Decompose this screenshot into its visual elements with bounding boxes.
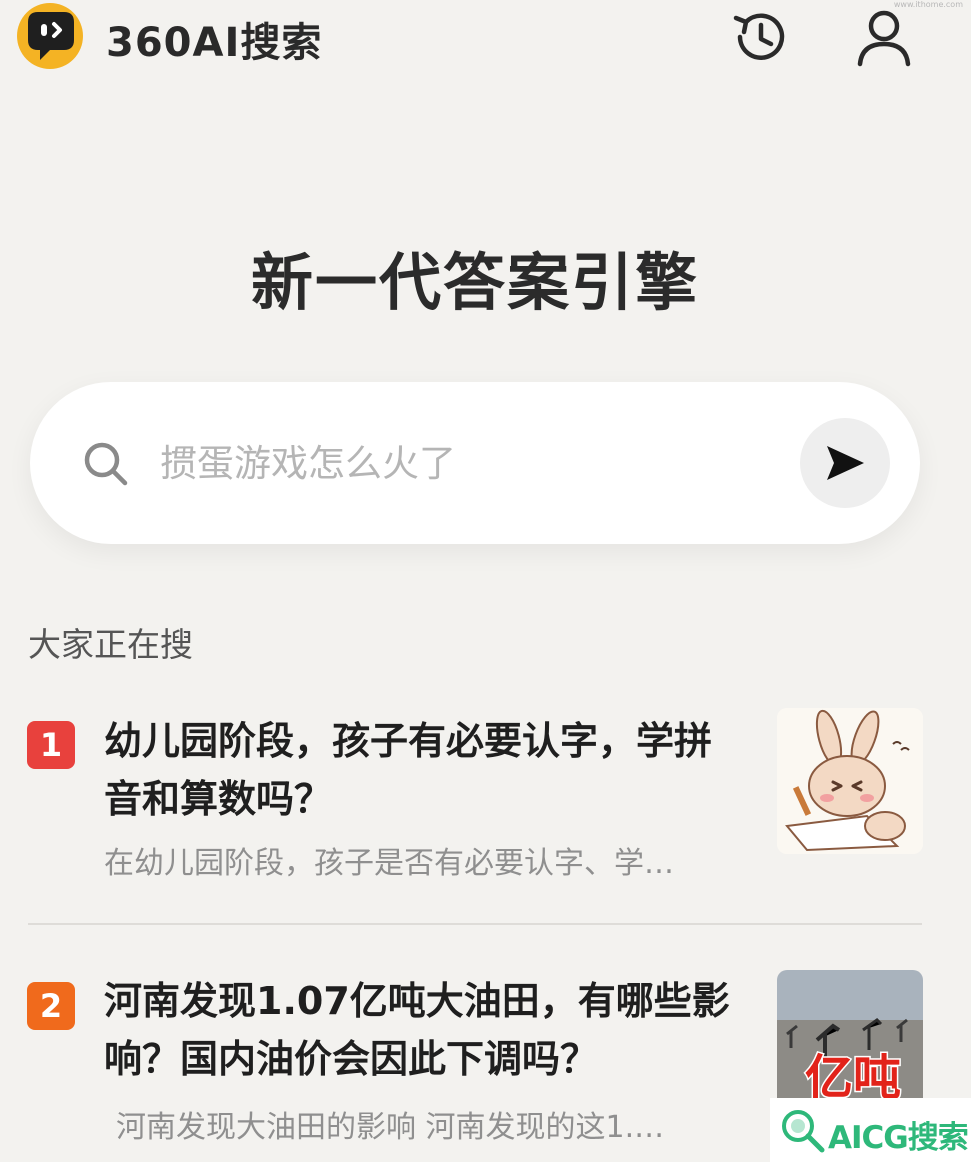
section-title: 大家正在搜 xyxy=(28,625,193,664)
app-logo-icon xyxy=(14,2,86,70)
magnifier-logo-icon xyxy=(778,1106,828,1156)
search-bar[interactable] xyxy=(30,382,920,544)
thumb-caption: 亿吨 xyxy=(805,1050,901,1100)
list-item-snippet: 河南发现大油田的影响 河南发现的这1.… xyxy=(116,1110,665,1145)
rank-badge: 1 xyxy=(27,721,75,769)
header: 360AI搜索 www.ithome.com xyxy=(0,0,971,80)
rabbit-thumbnail xyxy=(777,708,923,854)
search-input[interactable] xyxy=(160,432,780,494)
oilfield-thumbnail: 亿吨 xyxy=(777,970,923,1100)
app-name: 360AI搜索 xyxy=(106,20,323,66)
list-item-title[interactable]: 幼儿园阶段，孩子有必要认字，学拼音和算数吗？ xyxy=(104,712,744,828)
rank-badge: 2 xyxy=(27,982,75,1030)
divider xyxy=(28,923,922,925)
send-arrow-icon xyxy=(827,446,864,480)
search-icon xyxy=(82,440,130,488)
list-item[interactable]: 1 幼儿园阶段，孩子有必要认字，学拼音和算数吗？ 在幼儿园阶段，孩子是否有必要认… xyxy=(0,700,971,900)
send-button[interactable] xyxy=(800,418,890,508)
list-item-title[interactable]: 河南发现1.07亿吨大油田，有哪些影响？国内油价会因此下调吗？ xyxy=(104,972,744,1088)
watermark-text: AICG搜索 xyxy=(828,1120,969,1156)
history-icon[interactable] xyxy=(730,6,792,68)
user-profile-icon[interactable] xyxy=(854,6,914,68)
aicg-watermark: AICG搜索 xyxy=(770,1098,971,1162)
hero-title: 新一代答案引擎 xyxy=(250,246,699,319)
list-item-snippet: 在幼儿园阶段，孩子是否有必要认字、学… xyxy=(104,846,674,881)
